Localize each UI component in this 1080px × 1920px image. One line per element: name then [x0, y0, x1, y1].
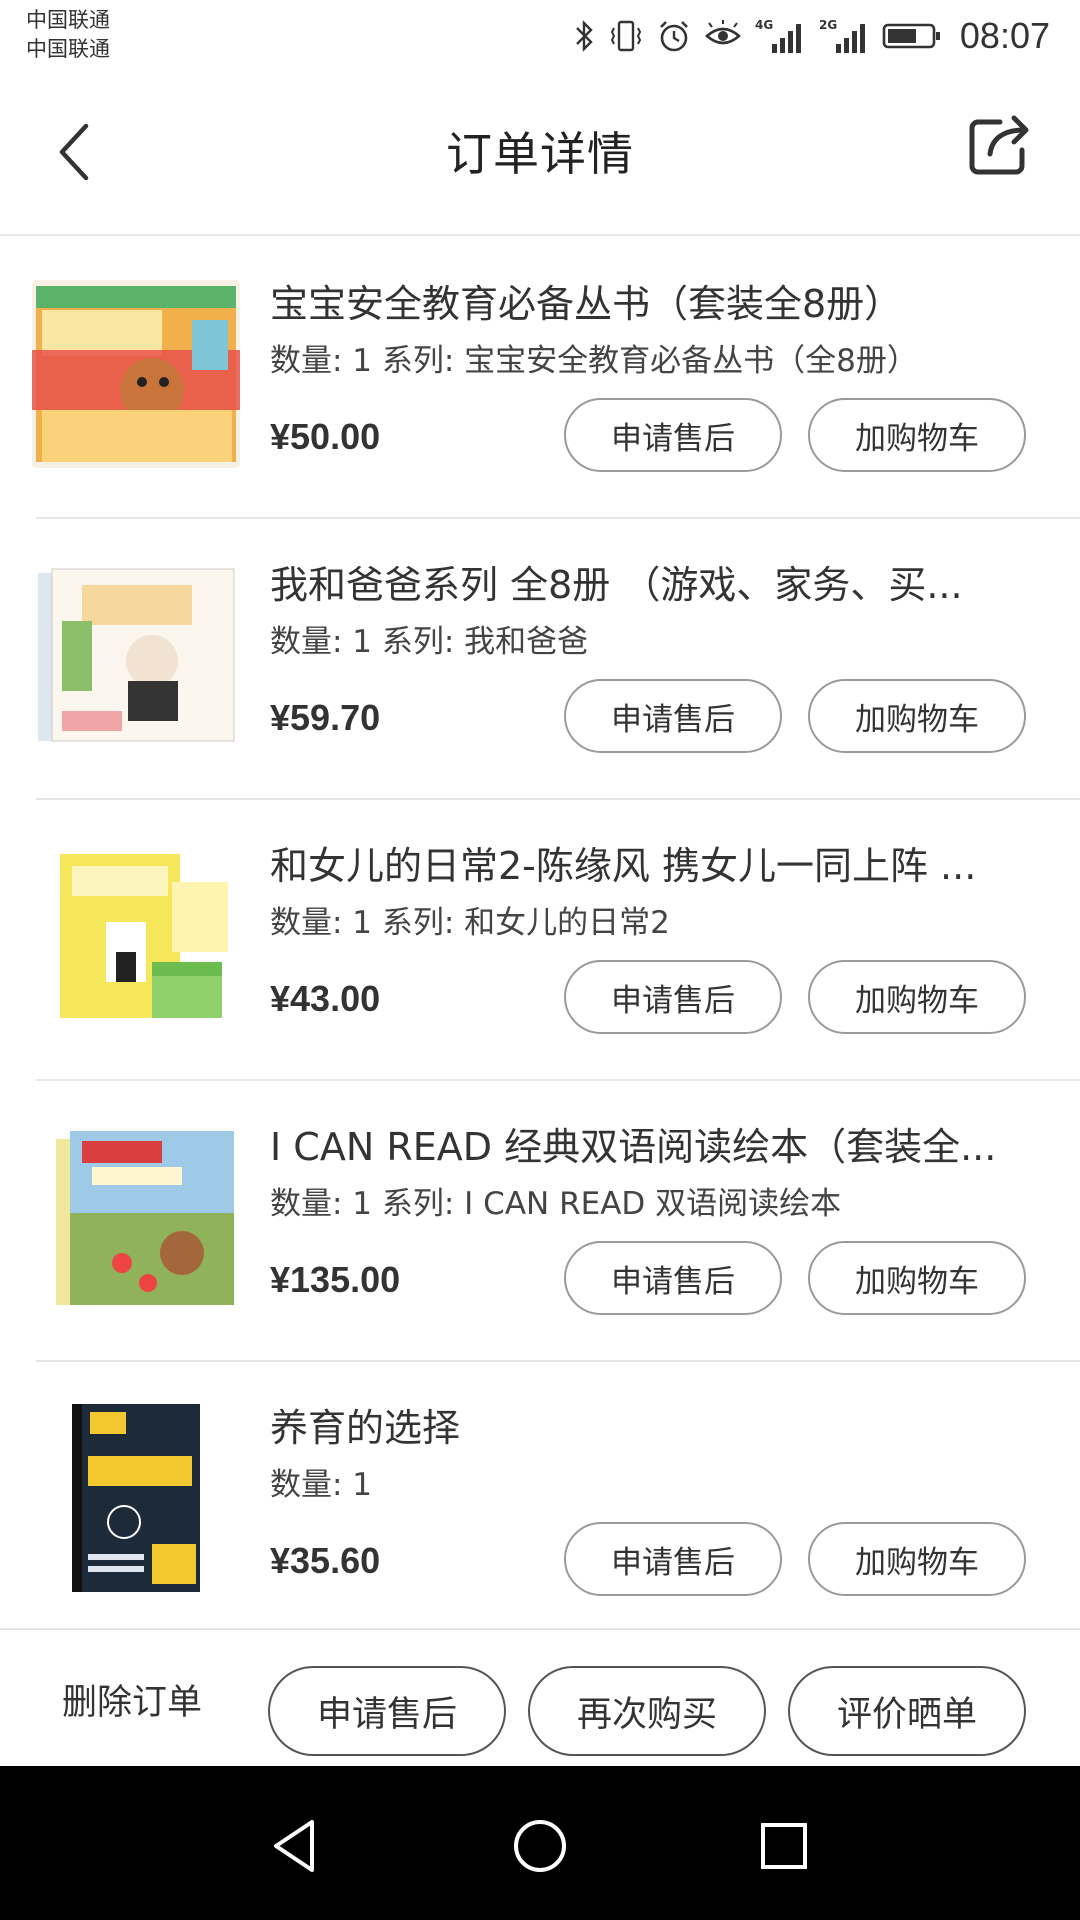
item-title: 和女儿的日常2-陈缘风 携女儿一同上阵 ...: [270, 844, 977, 888]
list-item[interactable]: I CAN READ 经典双语阅读绘本（套装全... 数量: 1 系列: I C…: [0, 1081, 1080, 1362]
carrier-2: 中国联通: [26, 37, 110, 61]
item-title: 我和爸爸系列 全8册 （游戏、家务、买...: [270, 563, 963, 607]
home-circle-icon: [514, 1820, 566, 1872]
after-sale-button[interactable]: 申请售后: [564, 398, 782, 472]
alarm-icon: [656, 18, 692, 54]
item-spec: 数量: 1 系列: 和女儿的日常2: [270, 905, 670, 941]
add-to-cart-button[interactable]: 加购物车: [808, 398, 1026, 472]
item-spec: 数量: 1: [270, 1467, 373, 1503]
nav-recents-button[interactable]: [744, 1806, 824, 1886]
carrier-1: 中国联通: [26, 8, 110, 32]
item-spec: 数量: 1 系列: 宝宝安全教育必备丛书（全8册）: [270, 343, 918, 379]
signal-4g-icon: 4G: [754, 16, 806, 56]
status-time: 08:07: [959, 15, 1050, 56]
buy-again-button[interactable]: 再次购买: [528, 1666, 766, 1756]
back-triangle-icon: [274, 1820, 314, 1872]
share-icon: [969, 115, 1029, 175]
carrier-labels: 中国联通 中国联通: [26, 6, 110, 64]
order-after-sale-button[interactable]: 申请售后: [268, 1666, 506, 1756]
list-item[interactable]: 宝宝安全教育必备丛书（套装全8册） 数量: 1 系列: 宝宝安全教育必备丛书（全…: [0, 238, 1080, 519]
after-sale-button[interactable]: 申请售后: [564, 1522, 782, 1596]
item-spec: 数量: 1 系列: 我和爸爸: [270, 624, 589, 660]
after-sale-button[interactable]: 申请售后: [564, 960, 782, 1034]
item-title: 养育的选择: [270, 1406, 461, 1450]
review-button[interactable]: 评价晒单: [788, 1666, 1026, 1756]
item-title: I CAN READ 经典双语阅读绘本（套装全...: [270, 1125, 997, 1169]
title-bar: 订单详情: [0, 72, 1080, 236]
nav-back-button[interactable]: [256, 1806, 336, 1886]
signal-2g-icon: 2G: [818, 16, 870, 56]
item-price: ¥59.70: [270, 697, 381, 738]
product-image[interactable]: [32, 280, 240, 468]
after-sale-button[interactable]: 申请售后: [564, 679, 782, 753]
item-price: ¥135.00: [270, 1259, 401, 1300]
recents-square-icon: [761, 1823, 807, 1869]
item-price: ¥50.00: [270, 416, 381, 457]
list-item[interactable]: 和女儿的日常2-陈缘风 携女儿一同上阵 ... 数量: 1 系列: 和女儿的日常…: [0, 800, 1080, 1081]
status-icons: 4G 2G 08:07: [574, 10, 1050, 62]
order-items-list: 宝宝安全教育必备丛书（套装全8册） 数量: 1 系列: 宝宝安全教育必备丛书（全…: [0, 238, 1080, 1643]
status-bar: 中国联通 中国联通 4G 2G 08:07: [0, 0, 1080, 72]
product-image[interactable]: [32, 1123, 240, 1311]
nav-home-button[interactable]: [500, 1806, 580, 1886]
order-action-bar: 删除订单 申请售后 再次购买 评价晒单: [0, 1628, 1080, 1764]
svg-text:2G: 2G: [819, 18, 837, 32]
add-to-cart-button[interactable]: 加购物车: [808, 1241, 1026, 1315]
after-sale-button[interactable]: 申请售后: [564, 1241, 782, 1315]
product-image[interactable]: [32, 842, 240, 1030]
item-spec: 数量: 1 系列: I CAN READ 双语阅读绘本: [270, 1186, 842, 1222]
share-button[interactable]: [964, 110, 1034, 180]
vibrate-icon: [608, 18, 644, 54]
item-title: 宝宝安全教育必备丛书（套装全8册）: [270, 282, 903, 326]
item-price: ¥35.60: [270, 1540, 381, 1581]
item-price: ¥43.00: [270, 978, 381, 1019]
system-nav-bar: [0, 1766, 1080, 1920]
delete-order-button[interactable]: 删除订单: [62, 1674, 202, 1725]
add-to-cart-button[interactable]: 加购物车: [808, 679, 1026, 753]
page-title: 订单详情: [446, 127, 634, 181]
add-to-cart-button[interactable]: 加购物车: [808, 960, 1026, 1034]
eye-icon: [704, 18, 742, 54]
svg-text:4G: 4G: [755, 18, 773, 32]
product-image[interactable]: [32, 1404, 240, 1592]
product-image[interactable]: [32, 561, 240, 749]
battery-icon: [882, 20, 942, 52]
list-item[interactable]: 养育的选择 数量: 1 ¥35.60 申请售后 加购物车: [0, 1362, 1080, 1643]
list-item[interactable]: 我和爸爸系列 全8册 （游戏、家务、买... 数量: 1 系列: 我和爸爸 ¥5…: [0, 519, 1080, 800]
bluetooth-icon: [574, 18, 596, 54]
add-to-cart-button[interactable]: 加购物车: [808, 1522, 1026, 1596]
